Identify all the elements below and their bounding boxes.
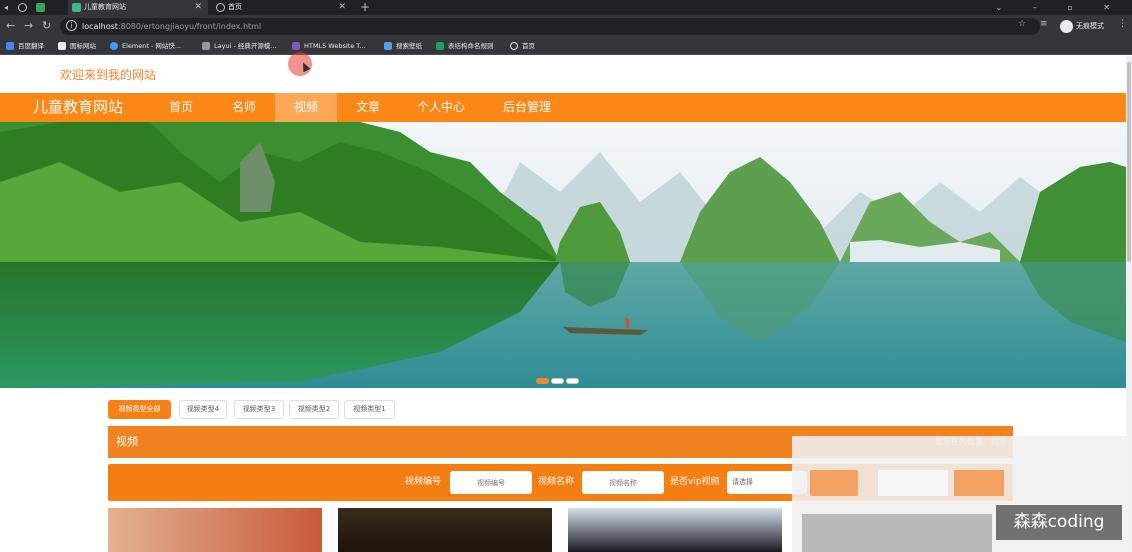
filter-type-3[interactable]: 视频类型3 [234, 400, 284, 419]
carousel-dot[interactable] [536, 378, 549, 384]
bookmark-item[interactable]: 图标网站 [58, 38, 96, 55]
browser-toolbar: ← → ↻ i localhost:8080/ertongjiaoyu/fron… [0, 15, 1132, 38]
bookmarks-bar: 百度翻译 图标网站 Element - 网站快... Layui - 经典开源模… [0, 38, 1132, 55]
layui-icon [202, 42, 210, 50]
sheet-icon [36, 3, 45, 12]
filter-type-1[interactable]: 视频类型1 [344, 400, 395, 419]
nav-videos[interactable]: 视频 [275, 93, 337, 122]
nav-user-center[interactable]: 个人中心 [408, 93, 474, 122]
element-icon [110, 42, 118, 50]
globe-icon [216, 3, 225, 12]
reading-list-icon[interactable]: ≡ [1040, 19, 1048, 29]
tab-title: 首页 [228, 3, 242, 11]
carousel-indicators [536, 369, 581, 388]
filter-all[interactable]: 视频类型全部 [108, 400, 171, 419]
new-tab-icon[interactable]: + [360, 0, 370, 14]
bookmark-item[interactable]: 百度翻译 [6, 38, 44, 55]
video-name-label: 视频名称 [538, 477, 575, 487]
blurred-block [802, 514, 992, 552]
nav-articles[interactable]: 文章 [345, 93, 391, 122]
bookmark-item[interactable]: Element - 网站快... [110, 38, 181, 55]
browser-tab-strip: ◂ 儿童教育网站 ✕ 首页 ✕ + ⌄ – ▫ ✕ [0, 0, 1132, 15]
bookmark-item[interactable]: Layui - 经典开源模... [202, 38, 277, 55]
menu-icon[interactable]: ⋮ [1118, 19, 1127, 29]
blurred-block [810, 470, 858, 496]
forward-icon[interactable]: → [24, 19, 33, 33]
pinned-tab-1[interactable] [14, 0, 30, 15]
tab-search-icon[interactable]: ◂ [4, 1, 8, 15]
welcome-text: 欢迎来到我的网站 [60, 68, 157, 82]
tab-current[interactable]: 儿童教育网站 ✕ [68, 0, 208, 15]
section-title: 视频 [116, 435, 138, 448]
site-brand[interactable]: 儿童教育网站 [33, 93, 123, 122]
mouse-cursor-highlight [288, 52, 312, 76]
vip-label: 是否vip视频 [670, 477, 720, 487]
globe-icon [18, 3, 27, 12]
carousel-dot[interactable] [566, 378, 579, 384]
vue-icon [72, 3, 81, 12]
video-code-label: 视频编号 [405, 477, 442, 487]
table-icon [436, 42, 444, 50]
main-nav: 儿童教育网站 首页 名师 视频 文章 个人中心 后台管理 [0, 93, 1126, 122]
bookmark-star-icon[interactable]: ☆ [1018, 19, 1026, 29]
translate-icon [6, 42, 14, 50]
video-card[interactable] [568, 508, 782, 552]
html5-icon [292, 42, 300, 50]
nav-teachers[interactable]: 名师 [222, 93, 266, 122]
close-tab-icon[interactable]: ✕ [194, 0, 202, 15]
video-card[interactable] [338, 508, 552, 552]
bookmark-item[interactable]: 表结构命名规则 [436, 38, 494, 55]
address-bar[interactable]: i localhost:8080/ertongjiaoyu/front/inde… [60, 18, 1040, 35]
video-card[interactable] [108, 508, 322, 552]
page-scrollbar[interactable] [1126, 56, 1132, 552]
nav-admin[interactable]: 后台管理 [494, 93, 560, 122]
blurred-block [954, 470, 1004, 496]
filter-type-4[interactable]: 视频类型4 [179, 400, 227, 419]
tab-title: 儿童教育网站 [84, 3, 126, 11]
wallpaper-icon [384, 42, 392, 50]
window-controls[interactable]: ⌄ – ▫ ✕ [996, 0, 1124, 15]
bookmark-item[interactable]: 搜索壁纸 [384, 38, 422, 55]
nav-home[interactable]: 首页 [158, 93, 204, 122]
scrollbar-thumb[interactable] [1127, 62, 1131, 262]
pinned-tab-2[interactable] [32, 0, 66, 15]
blurred-block [878, 470, 948, 496]
url-text: localhost:8080/ertongjiaoyu/front/index.… [82, 22, 262, 31]
filter-type-2[interactable]: 视频类型2 [289, 400, 339, 419]
flag-icon [58, 42, 66, 50]
incognito-icon [1060, 20, 1073, 33]
reload-icon[interactable]: ↻ [42, 19, 51, 33]
watermark: 森森coding [996, 505, 1122, 540]
tab-home[interactable]: 首页 ✕ [212, 0, 352, 15]
back-icon[interactable]: ← [6, 19, 15, 33]
banner-landscape-image [0, 122, 1126, 388]
site-info-icon[interactable]: i [66, 20, 77, 31]
close-tab-icon[interactable]: ✕ [338, 0, 346, 15]
video-name-input[interactable] [582, 471, 664, 494]
globe-icon [510, 42, 518, 50]
video-code-input[interactable] [450, 471, 532, 494]
banner-carousel[interactable] [0, 122, 1126, 388]
bookmark-item[interactable]: 首页 [510, 38, 535, 55]
carousel-dot[interactable] [551, 378, 564, 384]
incognito-badge[interactable]: 无痕模式 [1058, 18, 1104, 35]
